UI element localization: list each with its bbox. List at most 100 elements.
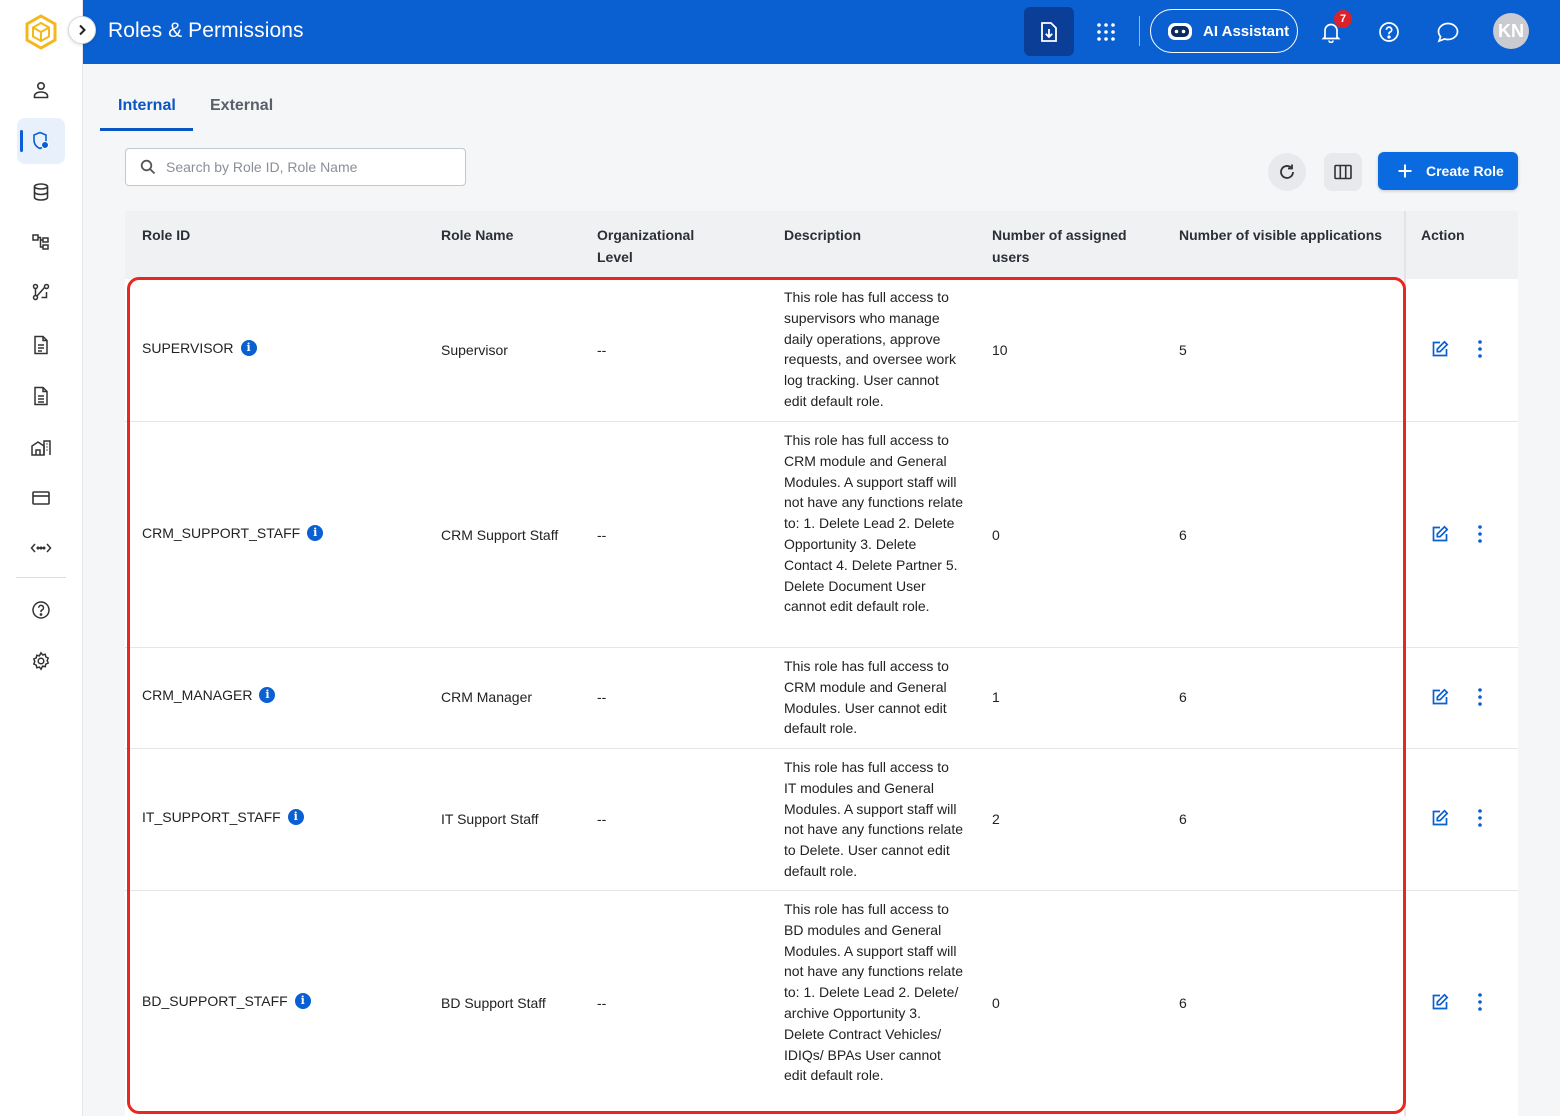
assigned-users-cell: 10: [992, 342, 1008, 358]
more-vertical-icon: [1478, 340, 1482, 358]
sidebar-item-settings[interactable]: [17, 638, 65, 684]
more-vertical-icon: [1478, 688, 1482, 706]
column-header-description[interactable]: Description: [784, 224, 861, 246]
help-button[interactable]: [1372, 15, 1406, 49]
description-cell: This role has full access to BD modules …: [784, 901, 964, 1084]
database-icon: [33, 183, 49, 201]
robot-icon: [1168, 23, 1192, 40]
chevron-right-icon: [79, 24, 86, 36]
sidebar-item-documents[interactable]: [17, 322, 65, 368]
settings-icon: [32, 651, 50, 671]
column-header-visible-apps[interactable]: Number of visible applications: [1179, 224, 1382, 246]
edit-button[interactable]: [1431, 525, 1449, 543]
table-row[interactable]: IT_SUPPORT_STAFF i IT Support Staff -- T…: [125, 749, 1518, 891]
role-name-cell: CRM Manager: [441, 689, 533, 705]
column-header-assigned-users[interactable]: Number of assigned users: [992, 224, 1142, 268]
document-icon: [34, 335, 48, 355]
org-level-cell: --: [597, 689, 607, 705]
info-icon[interactable]: i: [294, 993, 311, 1010]
table-row[interactable]: BD_SUPPORT_STAFF i BD Support Staff -- T…: [125, 891, 1518, 1116]
chat-bubble-icon: [1437, 22, 1459, 43]
apps-grid-button[interactable]: [1089, 15, 1123, 49]
table-row[interactable]: CRM_SUPPORT_STAFF i CRM Support Staff --…: [125, 422, 1518, 648]
code-icon: [30, 543, 52, 553]
table-row[interactable]: CRM_MANAGER i CRM Manager -- This role h…: [125, 648, 1518, 749]
edit-button[interactable]: [1431, 340, 1449, 358]
org-level-cell: --: [597, 995, 607, 1011]
role-id-text: IT_SUPPORT_STAFF: [142, 809, 281, 825]
building-icon: [31, 440, 51, 456]
column-header-org-level[interactable]: Organizational Level: [597, 224, 717, 268]
column-header-action: Action: [1421, 227, 1465, 243]
edit-icon: [1432, 688, 1449, 705]
page-title: Roles & Permissions: [108, 19, 304, 42]
more-options-button[interactable]: [1478, 340, 1482, 358]
search-box[interactable]: [125, 148, 466, 186]
more-options-button[interactable]: [1478, 688, 1482, 706]
info-icon[interactable]: i: [240, 340, 257, 357]
sidebar-item-users[interactable]: [17, 67, 65, 113]
sidebar: [0, 0, 83, 1116]
info-icon[interactable]: i: [259, 687, 276, 704]
role-name-cell: CRM Support Staff: [441, 527, 559, 543]
columns-button[interactable]: [1324, 153, 1362, 191]
more-options-button[interactable]: [1478, 525, 1482, 543]
column-header-role-name[interactable]: Role Name: [441, 224, 513, 246]
more-options-button[interactable]: [1478, 809, 1482, 827]
role-id-text: CRM_SUPPORT_STAFF: [142, 525, 301, 541]
info-icon[interactable]: i: [307, 525, 324, 542]
sidebar-expand-button[interactable]: [68, 16, 96, 44]
sidebar-item-billing[interactable]: [17, 475, 65, 521]
sidebar-item-help[interactable]: [17, 587, 65, 633]
sidebar-item-roles[interactable]: [17, 118, 65, 164]
table-row[interactable]: SUPERVISOR i Supervisor -- This role has…: [125, 279, 1518, 422]
sidebar-item-reports[interactable]: [17, 373, 65, 419]
roles-table: Role ID Role Name Organizational Level D…: [125, 211, 1518, 1116]
edit-icon: [1432, 525, 1449, 542]
sidebar-item-workflow[interactable]: [17, 269, 65, 315]
edit-button[interactable]: [1431, 993, 1449, 1011]
refresh-button[interactable]: [1268, 153, 1306, 191]
document-list-icon: [34, 386, 48, 406]
download-button[interactable]: [1024, 7, 1074, 56]
chat-button[interactable]: [1431, 15, 1465, 49]
edit-button[interactable]: [1431, 688, 1449, 706]
download-file-icon: [1041, 21, 1057, 42]
plus-icon: [1398, 164, 1412, 178]
assigned-users-cell: 0: [992, 527, 1000, 543]
assigned-users-cell: 2: [992, 811, 1000, 827]
search-input[interactable]: [166, 159, 446, 175]
visible-apps-cell: 6: [1179, 995, 1187, 1011]
ai-assistant-button[interactable]: AI Assistant: [1150, 9, 1298, 53]
sidebar-item-api[interactable]: [17, 525, 65, 571]
more-options-button[interactable]: [1478, 993, 1482, 1011]
tab-external[interactable]: External: [210, 97, 273, 115]
column-header-role-id[interactable]: Role ID: [142, 224, 190, 246]
refresh-icon: [1280, 164, 1294, 179]
visible-apps-cell: 6: [1179, 811, 1187, 827]
assigned-users-cell: 0: [992, 995, 1000, 1011]
sidebar-item-buildings[interactable]: [17, 424, 65, 470]
more-vertical-icon: [1478, 993, 1482, 1011]
info-icon[interactable]: i: [287, 809, 304, 826]
visible-apps-cell: 6: [1179, 689, 1187, 705]
org-level-cell: --: [597, 811, 607, 827]
edit-button[interactable]: [1431, 809, 1449, 827]
ai-assistant-label: AI Assistant: [1203, 22, 1290, 40]
table-header: Role ID Role Name Organizational Level D…: [125, 211, 1518, 279]
create-role-button[interactable]: Create Role: [1378, 152, 1518, 190]
top-header: Roles & Permissions AI Assistant 7 KN: [83, 0, 1560, 64]
role-name-cell: Supervisor: [441, 342, 508, 358]
sidebar-item-hierarchy[interactable]: [17, 219, 65, 265]
role-shield-icon: [33, 131, 49, 150]
edit-icon: [1432, 993, 1449, 1010]
user-avatar[interactable]: KN: [1493, 13, 1529, 49]
assigned-users-cell: 1: [992, 689, 1000, 705]
edit-icon: [1432, 809, 1449, 826]
user-icon: [33, 81, 49, 99]
role-id-text: BD_SUPPORT_STAFF: [142, 993, 288, 1009]
sidebar-item-database[interactable]: [17, 169, 65, 215]
app-logo-icon[interactable]: [24, 14, 58, 50]
tab-internal[interactable]: Internal: [118, 97, 176, 115]
org-level-cell: --: [597, 342, 607, 358]
